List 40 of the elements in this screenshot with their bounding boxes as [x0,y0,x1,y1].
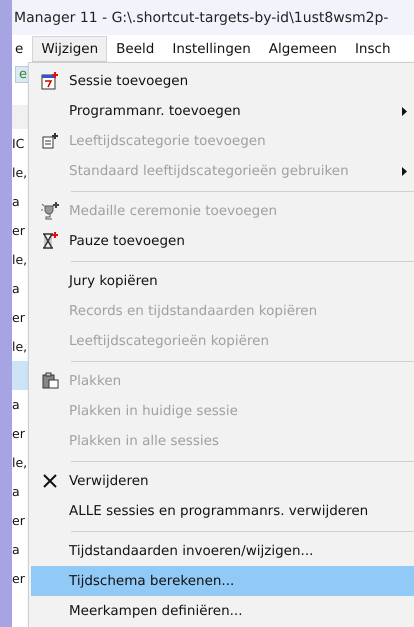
submenu-arrow-icon [402,107,407,116]
table-row[interactable]: le, [12,245,28,274]
menu-item[interactable]: Pauze toevoegen [31,226,414,256]
table-row[interactable]: le, [12,448,28,477]
menu-item[interactable]: ALLE sessies en programmanrs. verwijderen [31,496,414,526]
table-row[interactable]: a [12,390,28,419]
table-row[interactable]: er [12,564,28,593]
hourglass-icon [41,232,59,250]
menu-bar-item[interactable]: Wijzigen [32,36,108,62]
menu-item[interactable]: Programmanr. toevoegen [31,96,414,126]
table-row[interactable]: a [12,187,28,216]
table-row[interactable]: er [12,303,28,332]
close-icon [43,474,57,488]
table-row[interactable]: le, [12,332,28,361]
table-row[interactable]: a [12,274,28,303]
table-row[interactable]: le, [12,158,28,187]
menu-bar-item[interactable]: Algemeen [260,36,346,62]
menu-bar-item[interactable]: e [12,36,32,62]
document-plus-icon [41,132,59,150]
table-row[interactable]: a [12,535,28,564]
menu-bar-item[interactable]: Beeld [107,36,164,62]
table-row[interactable]: IC [12,129,28,158]
table-row[interactable]: a [12,477,28,506]
menu-item[interactable]: Sessie toevoegen [31,66,414,96]
submenu-arrow-icon [402,167,407,176]
table-row[interactable]: er [12,216,28,245]
menu-item[interactable]: Meerkampen definiëren... [31,596,414,626]
clipboard-icon [41,372,59,390]
window-title: Manager 11 - G:\.shortcut-targets-by-id\1ust8wsm2p- [14,10,388,26]
menu-bar-item[interactable]: Instellingen [163,36,260,62]
menu-item[interactable]: Tijdschema berekenen... [31,566,414,596]
menu-item[interactable]: Verwijderen [31,466,414,496]
menu-item[interactable]: Tijdstandaarden invoeren/wijzigen... [31,536,414,566]
trophy-icon [40,201,60,221]
table-row[interactable]: er [12,506,28,535]
menu-bar-item[interactable]: Insch [346,36,400,62]
calendar-icon [41,72,59,90]
table-row[interactable]: er [12,419,28,448]
table-row[interactable] [12,361,28,390]
menu-item[interactable]: Jury kopiëren [31,266,414,296]
